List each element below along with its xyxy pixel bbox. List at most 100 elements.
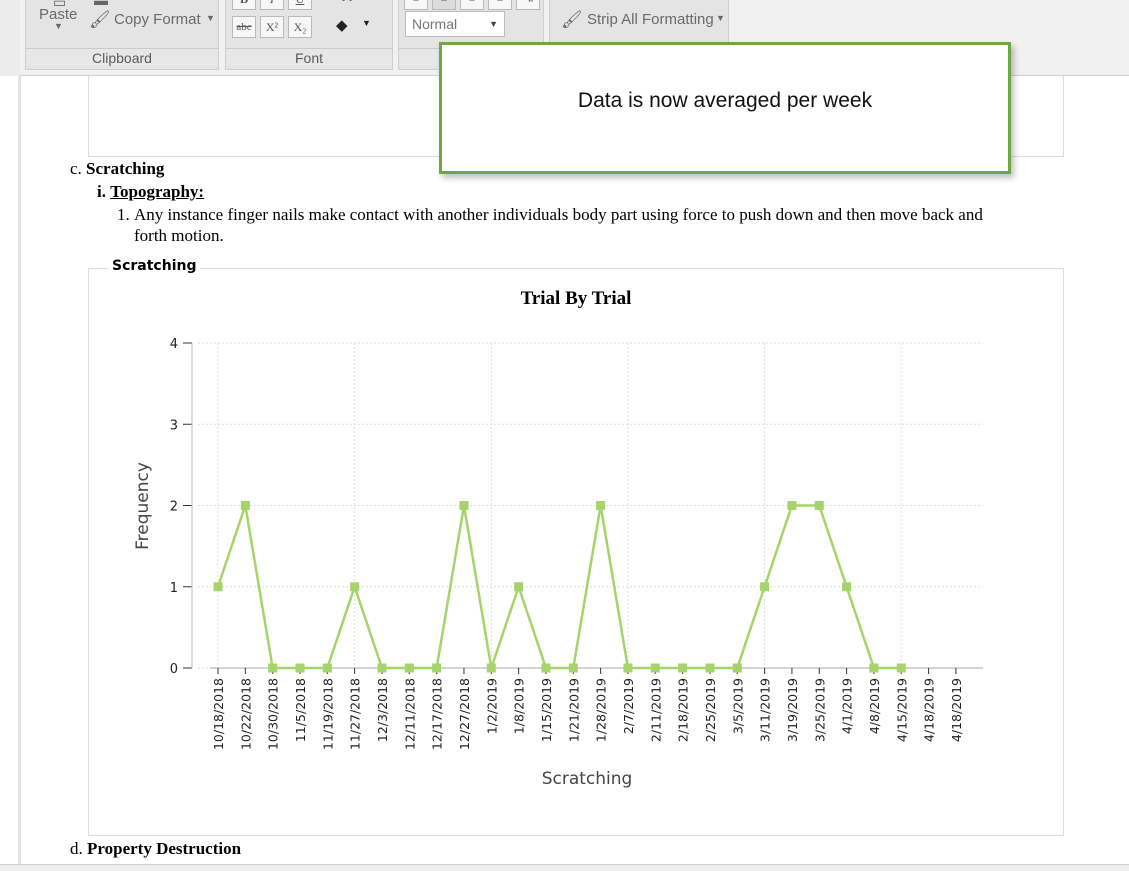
copy-format-button[interactable]: Copy Format bbox=[114, 11, 201, 28]
section-c-title: Scratching bbox=[86, 159, 165, 178]
data-point-marker bbox=[732, 663, 742, 673]
font-color-icon[interactable]: A bbox=[342, 0, 352, 4]
indent-button[interactable]: ⇥ bbox=[516, 0, 540, 10]
copy-format-dropdown-icon[interactable]: ▼ bbox=[206, 13, 215, 23]
subscript-button[interactable]: X₂ bbox=[288, 16, 312, 38]
definition-marker: 1. bbox=[117, 205, 130, 224]
data-point-marker bbox=[705, 663, 715, 673]
data-point-marker bbox=[295, 663, 305, 673]
y-tick-labels: 0 1 2 3 4 bbox=[170, 337, 178, 677]
superscript-button[interactable]: X² bbox=[260, 16, 284, 38]
data-point-marker bbox=[814, 501, 824, 510]
x-tick-label: 2/25/2019 bbox=[703, 678, 718, 742]
copy-icon[interactable]: ▬ bbox=[94, 0, 108, 8]
bottom-status-strip bbox=[0, 864, 1129, 871]
x-tick-label: 4/18/2019 bbox=[922, 678, 937, 742]
x-tick-label: 10/18/2018 bbox=[211, 678, 226, 750]
x-tick-label: 3/11/2019 bbox=[758, 678, 773, 742]
definition-line-1: Any instance finger nails make contact w… bbox=[134, 205, 983, 224]
x-tick-label: 11/5/2018 bbox=[293, 678, 308, 742]
x-tick-label: 12/11/2018 bbox=[402, 678, 417, 750]
toast-message: Data is now averaged per week bbox=[577, 89, 873, 112]
data-point-marker bbox=[678, 663, 688, 673]
x-tick-label: 4/15/2019 bbox=[894, 678, 909, 742]
data-point-marker bbox=[650, 663, 660, 673]
underline-button[interactable]: U bbox=[288, 0, 312, 10]
eraser-brush-icon: 🖌 bbox=[561, 10, 583, 29]
align-right-button[interactable]: ≡ bbox=[460, 0, 484, 10]
x-tick-label: 2/11/2019 bbox=[648, 678, 663, 742]
data-point-marker bbox=[268, 663, 278, 673]
strikethrough-button[interactable]: abc bbox=[232, 16, 256, 38]
section-d-marker: d. bbox=[70, 839, 83, 858]
y-tick-label: 3 bbox=[170, 418, 178, 433]
x-tick-labels: 10/18/2018 10/22/2018 10/30/2018 11/5/2018 1… bbox=[211, 678, 964, 750]
x-tick-label: 10/22/2018 bbox=[238, 678, 253, 750]
font-group: B I U A abc X² X₂ ◆ ▼ Font bbox=[225, 0, 393, 70]
topography-marker: i. bbox=[97, 182, 106, 201]
x-tick-label: 12/27/2018 bbox=[457, 678, 472, 750]
brush-icon: 🖌 bbox=[89, 10, 111, 29]
x-tick-label: 2/7/2019 bbox=[621, 678, 636, 734]
x-tick-label: 1/2/2019 bbox=[484, 678, 499, 734]
topography-label: Topography: bbox=[110, 182, 205, 201]
paragraph-style-select[interactable]: Normal ▼ bbox=[405, 11, 505, 37]
x-tick-label: 1/21/2019 bbox=[566, 678, 581, 742]
ribbon-left-edge bbox=[0, 0, 20, 76]
section-c-marker: c. bbox=[70, 159, 82, 178]
x-tick-label: 12/3/2018 bbox=[375, 678, 390, 742]
y-tick-label: 2 bbox=[170, 500, 178, 515]
topography-heading: i. Topography: bbox=[97, 182, 204, 202]
highlight-icon[interactable]: ◆ bbox=[336, 16, 348, 34]
x-tick-label: 12/17/2018 bbox=[430, 678, 445, 750]
strip-formatting-button[interactable]: Strip All Formatting bbox=[587, 11, 714, 28]
italic-button[interactable]: I bbox=[260, 0, 284, 10]
document-left-border bbox=[18, 76, 21, 866]
x-tick-label: 1/28/2019 bbox=[594, 678, 609, 742]
frequency-line-chart: Trial By Trial 0 1 2 3 4 10/18/2018 10/22/201… bbox=[133, 288, 983, 789]
x-tick-label: 3/25/2019 bbox=[812, 678, 827, 742]
definition-line-2: forth motion. bbox=[134, 226, 224, 245]
x-tick-label: 1/8/2019 bbox=[512, 678, 527, 734]
chart-title: Trial By Trial bbox=[521, 288, 632, 309]
paste-dropdown-icon[interactable]: ▼ bbox=[54, 21, 63, 31]
align-center-button[interactable]: ≡ bbox=[432, 0, 456, 10]
data-point-marker bbox=[213, 582, 223, 592]
data-point-marker bbox=[568, 663, 578, 673]
justify-button[interactable]: ≡ bbox=[488, 0, 512, 10]
x-tick-label: 10/30/2018 bbox=[266, 678, 281, 750]
font-group-label: Font bbox=[226, 48, 392, 66]
data-point-marker bbox=[623, 663, 633, 673]
data-point-marker bbox=[869, 663, 879, 673]
data-point-marker bbox=[514, 582, 524, 592]
axes bbox=[183, 342, 983, 674]
paragraph-style-value: Normal bbox=[412, 16, 458, 32]
data-point-marker bbox=[322, 663, 332, 673]
x-tick-label: 2/18/2019 bbox=[676, 678, 691, 742]
data-point-marker bbox=[240, 501, 250, 510]
data-point-marker bbox=[760, 582, 770, 592]
data-point-marker bbox=[350, 582, 360, 592]
data-point-marker bbox=[787, 501, 797, 510]
section-c-heading: c. Scratching bbox=[70, 159, 164, 179]
notification-toast: Data is now averaged per week bbox=[439, 42, 1011, 174]
data-point-marker bbox=[486, 663, 496, 673]
align-left-button[interactable]: ≡ bbox=[404, 0, 428, 10]
data-point-marker bbox=[459, 501, 469, 510]
x-tick-label: 4/18/2019 bbox=[949, 678, 964, 742]
y-axis-label: Frequency bbox=[133, 462, 153, 550]
clipboard-group: ▭ Paste ▼ ▬ 🖌 Copy Format ▼ Clipboard bbox=[25, 0, 219, 70]
x-tick-label: 4/8/2019 bbox=[867, 678, 882, 734]
data-point-marker bbox=[377, 663, 387, 673]
chevron-down-icon: ▼ bbox=[489, 19, 498, 29]
data-point-marker bbox=[541, 663, 551, 673]
y-tick-label: 1 bbox=[170, 581, 178, 596]
y-tick-label: 0 bbox=[170, 662, 178, 677]
highlight-dropdown-icon[interactable]: ▼ bbox=[362, 18, 371, 28]
data-point-marker bbox=[432, 663, 442, 673]
y-gridlines bbox=[198, 342, 983, 669]
section-d-heading: d. Property Destruction bbox=[70, 839, 241, 859]
bold-button[interactable]: B bbox=[232, 0, 256, 10]
x-tick-label: 4/1/2019 bbox=[840, 678, 855, 734]
strip-formatting-dropdown-icon[interactable]: ▼ bbox=[716, 13, 725, 23]
